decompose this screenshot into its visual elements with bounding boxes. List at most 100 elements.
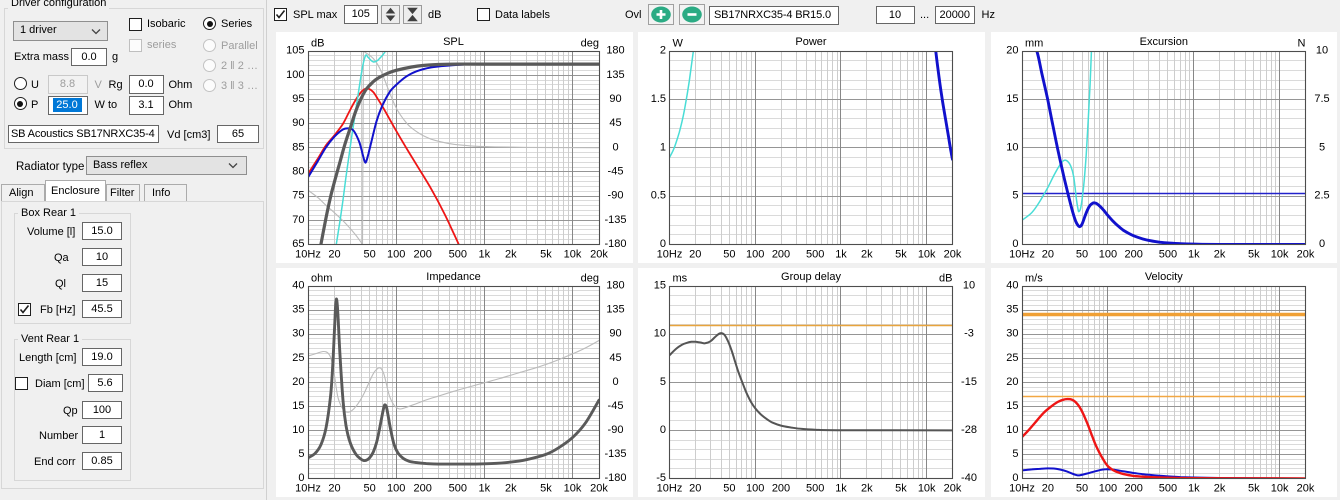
svg-text:20k: 20k [590, 249, 608, 261]
svg-text:5: 5 [1012, 190, 1018, 202]
svg-text:90: 90 [609, 328, 621, 340]
svg-text:5: 5 [1319, 141, 1325, 153]
svg-text:ohm: ohm [311, 273, 332, 285]
svg-text:Group delay: Group delay [781, 271, 841, 283]
svg-text:-135: -135 [604, 448, 626, 460]
svg-text:10: 10 [654, 328, 666, 340]
svg-text:15: 15 [1006, 400, 1018, 412]
svg-text:80: 80 [292, 166, 304, 178]
svg-text:2.5: 2.5 [1314, 190, 1329, 202]
svg-text:20k: 20k [1297, 249, 1315, 261]
svg-text:1.5: 1.5 [651, 93, 666, 105]
svg-text:-3: -3 [964, 328, 974, 340]
svg-text:2k: 2k [861, 249, 873, 261]
svg-text:40: 40 [292, 280, 304, 292]
svg-text:30: 30 [292, 328, 304, 340]
svg-text:500: 500 [449, 249, 467, 261]
svg-text:10k: 10k [1271, 249, 1289, 261]
svg-text:180: 180 [606, 280, 624, 292]
svg-text:50: 50 [723, 483, 735, 495]
svg-text:135: 135 [606, 69, 624, 81]
svg-text:15: 15 [292, 400, 304, 412]
svg-text:0: 0 [1319, 238, 1325, 250]
svg-text:10Hz: 10Hz [295, 483, 321, 495]
svg-text:20: 20 [292, 376, 304, 388]
svg-text:100: 100 [746, 249, 764, 261]
svg-text:2k: 2k [861, 483, 873, 495]
svg-text:5: 5 [1012, 448, 1018, 460]
svg-text:50: 50 [1076, 483, 1088, 495]
svg-text:200: 200 [1125, 483, 1143, 495]
svg-text:50: 50 [1076, 249, 1088, 261]
svg-text:500: 500 [1159, 249, 1177, 261]
svg-text:90: 90 [292, 117, 304, 129]
svg-text:-15: -15 [961, 376, 977, 388]
svg-text:mm: mm [1025, 38, 1043, 50]
svg-text:-135: -135 [604, 214, 626, 226]
svg-text:10: 10 [963, 280, 975, 292]
svg-text:5k: 5k [540, 249, 552, 261]
svg-text:1k: 1k [835, 483, 847, 495]
svg-text:10: 10 [292, 424, 304, 436]
svg-text:100: 100 [746, 483, 764, 495]
svg-text:10: 10 [1316, 45, 1328, 57]
svg-text:1k: 1k [835, 249, 847, 261]
svg-text:10k: 10k [1271, 483, 1289, 495]
svg-text:1k: 1k [478, 249, 490, 261]
svg-text:20: 20 [328, 249, 340, 261]
svg-text:5: 5 [660, 376, 666, 388]
svg-text:15: 15 [654, 280, 666, 292]
svg-text:Excursion: Excursion [1140, 36, 1188, 48]
svg-text:-45: -45 [608, 400, 624, 412]
svg-text:105: 105 [286, 45, 304, 57]
svg-text:0: 0 [660, 424, 666, 436]
svg-text:0.5: 0.5 [651, 190, 666, 202]
svg-text:100: 100 [387, 483, 405, 495]
svg-text:dB: dB [939, 273, 952, 285]
svg-text:10Hz: 10Hz [657, 483, 683, 495]
svg-text:20: 20 [1042, 483, 1054, 495]
svg-text:-90: -90 [608, 190, 624, 202]
svg-text:100: 100 [1099, 483, 1117, 495]
svg-text:-90: -90 [608, 424, 624, 436]
svg-text:90: 90 [609, 93, 621, 105]
svg-text:20k: 20k [944, 483, 962, 495]
svg-text:20: 20 [1006, 376, 1018, 388]
svg-text:-40: -40 [961, 472, 977, 484]
svg-text:1k: 1k [1188, 483, 1200, 495]
svg-text:200: 200 [1125, 249, 1143, 261]
svg-text:2k: 2k [1214, 483, 1226, 495]
svg-text:5k: 5k [895, 249, 907, 261]
svg-text:100: 100 [1099, 249, 1117, 261]
svg-text:2: 2 [660, 45, 666, 57]
svg-text:Velocity: Velocity [1145, 271, 1183, 283]
svg-text:0: 0 [612, 376, 618, 388]
svg-text:7.5: 7.5 [1314, 93, 1329, 105]
svg-text:SPL: SPL [443, 36, 464, 48]
svg-text:5k: 5k [1248, 249, 1260, 261]
svg-text:deg: deg [581, 38, 599, 50]
svg-text:ms: ms [673, 273, 688, 285]
svg-text:95: 95 [292, 93, 304, 105]
svg-text:35: 35 [292, 304, 304, 316]
svg-text:2k: 2k [505, 483, 517, 495]
svg-text:180: 180 [606, 45, 624, 57]
svg-text:m/s: m/s [1025, 273, 1043, 285]
svg-text:45: 45 [609, 117, 621, 129]
svg-text:2k: 2k [1214, 249, 1226, 261]
svg-text:20k: 20k [590, 483, 608, 495]
svg-text:10k: 10k [918, 483, 936, 495]
svg-text:25: 25 [1006, 352, 1018, 364]
svg-text:500: 500 [1159, 483, 1177, 495]
svg-text:35: 35 [1006, 304, 1018, 316]
svg-text:25: 25 [292, 352, 304, 364]
svg-text:50: 50 [723, 249, 735, 261]
svg-text:1: 1 [660, 141, 666, 153]
svg-text:W: W [673, 38, 684, 50]
svg-text:10Hz: 10Hz [295, 249, 321, 261]
svg-text:85: 85 [292, 141, 304, 153]
svg-text:100: 100 [286, 69, 304, 81]
svg-text:10Hz: 10Hz [1009, 249, 1035, 261]
svg-text:20: 20 [1006, 45, 1018, 57]
svg-text:5k: 5k [895, 483, 907, 495]
